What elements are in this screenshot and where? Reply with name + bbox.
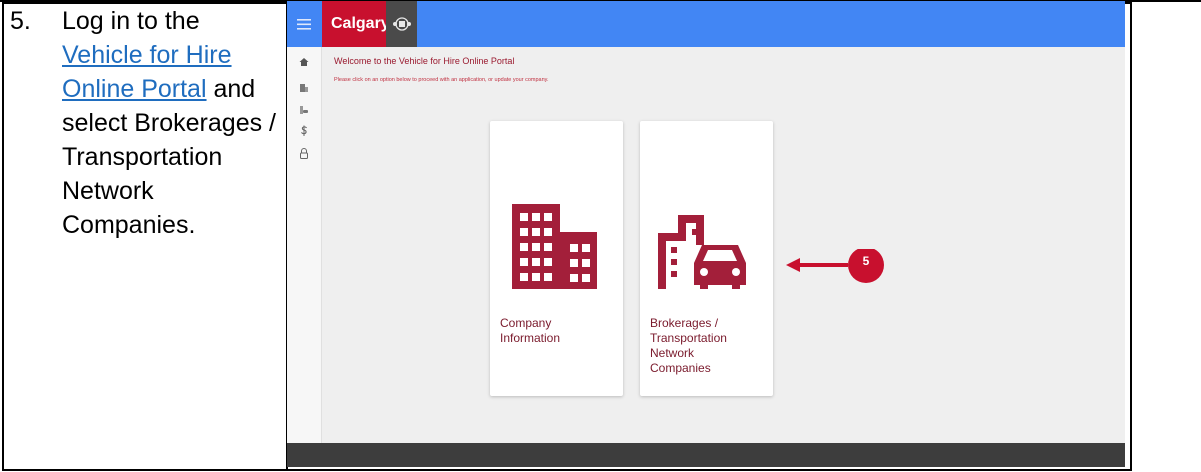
step-text: Log in to the Vehicle for Hire Online Po… — [62, 4, 282, 242]
lock-icon[interactable] — [295, 144, 313, 162]
brokerages-card[interactable]: Brokerages / Transportation Network Comp… — [640, 121, 773, 396]
calgary-logo[interactable]: Calgary — [322, 1, 417, 47]
home-icon[interactable] — [295, 53, 313, 71]
card-label-brokerages: Brokerages / Transportation Network Comp… — [650, 316, 727, 375]
sidebar — [287, 47, 322, 443]
company-information-card[interactable]: Company Information — [490, 121, 623, 396]
dollar-icon[interactable] — [295, 122, 313, 140]
step-number: 5. — [10, 7, 31, 35]
card-label-company-information: Company Information — [500, 316, 561, 345]
portal-footer — [287, 443, 1125, 467]
welcome-heading: Welcome to the Vehicle for Hire Online P… — [334, 56, 515, 66]
crest-icon — [386, 1, 417, 47]
menu-icon[interactable] — [287, 1, 321, 47]
building-car-icon[interactable] — [295, 101, 313, 119]
step-cell: 5. Log in to the Vehicle for Hire Online… — [10, 4, 280, 469]
callout-number: 5 — [862, 254, 870, 268]
building-car-icon — [658, 215, 746, 289]
brand-name: Calgary — [331, 15, 390, 32]
step-text-before-link: Log in to the — [62, 7, 200, 35]
portal-link[interactable]: Vehicle for Hire Online Portal — [62, 41, 232, 103]
table-right-tail — [1131, 0, 1201, 2]
building-icon[interactable] — [295, 79, 313, 97]
building-icon — [512, 204, 597, 289]
portal-screenshot: Calgary Welcome to the Vehicle for Hire … — [287, 1, 1125, 467]
callout-arrow: 5 — [784, 247, 884, 292]
app-bar: Calgary — [287, 1, 1125, 47]
instructions-text: Please click on an option below to proce… — [334, 77, 549, 83]
